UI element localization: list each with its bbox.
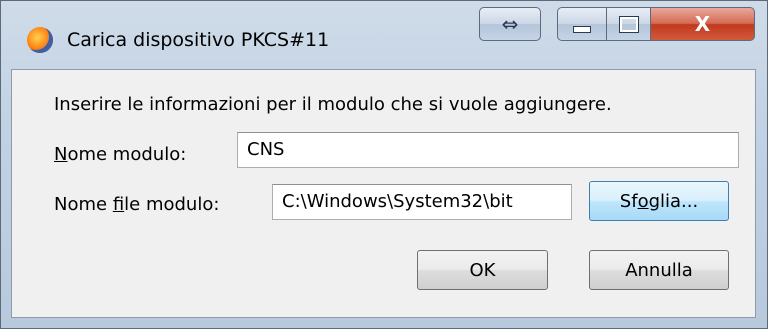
module-name-label: Nome modulo: (54, 144, 187, 165)
minimize-icon (573, 25, 591, 33)
resize-button[interactable]: ⇔ (479, 7, 541, 41)
maximize-icon (618, 15, 639, 33)
firefox-icon (27, 27, 53, 53)
resize-arrows-icon: ⇔ (501, 12, 519, 36)
module-file-input[interactable]: C:\Windows\System32\bit (272, 184, 572, 220)
cancel-button[interactable]: Annulla (589, 250, 729, 290)
maximize-button[interactable] (607, 7, 651, 41)
minimize-button[interactable] (557, 7, 607, 41)
ok-button[interactable]: OK (417, 250, 548, 290)
title-bar[interactable]: Carica dispositivo PKCS#11 ⇔ X (1, 1, 767, 69)
dialog-body: Inserire le informazioni per il modulo c… (11, 69, 756, 318)
dialog-window: Carica dispositivo PKCS#11 ⇔ X Inserire … (0, 0, 768, 329)
module-name-input[interactable]: CNS (237, 132, 739, 168)
module-file-label: Nome file modulo: (54, 194, 220, 215)
instruction-text: Inserire le informazioni per il modulo c… (54, 94, 612, 115)
browse-button[interactable]: Sf o glia... (589, 181, 729, 221)
close-icon: X (694, 12, 711, 36)
close-button[interactable]: X (651, 7, 755, 41)
window-title: Carica dispositivo PKCS#11 (67, 29, 330, 51)
